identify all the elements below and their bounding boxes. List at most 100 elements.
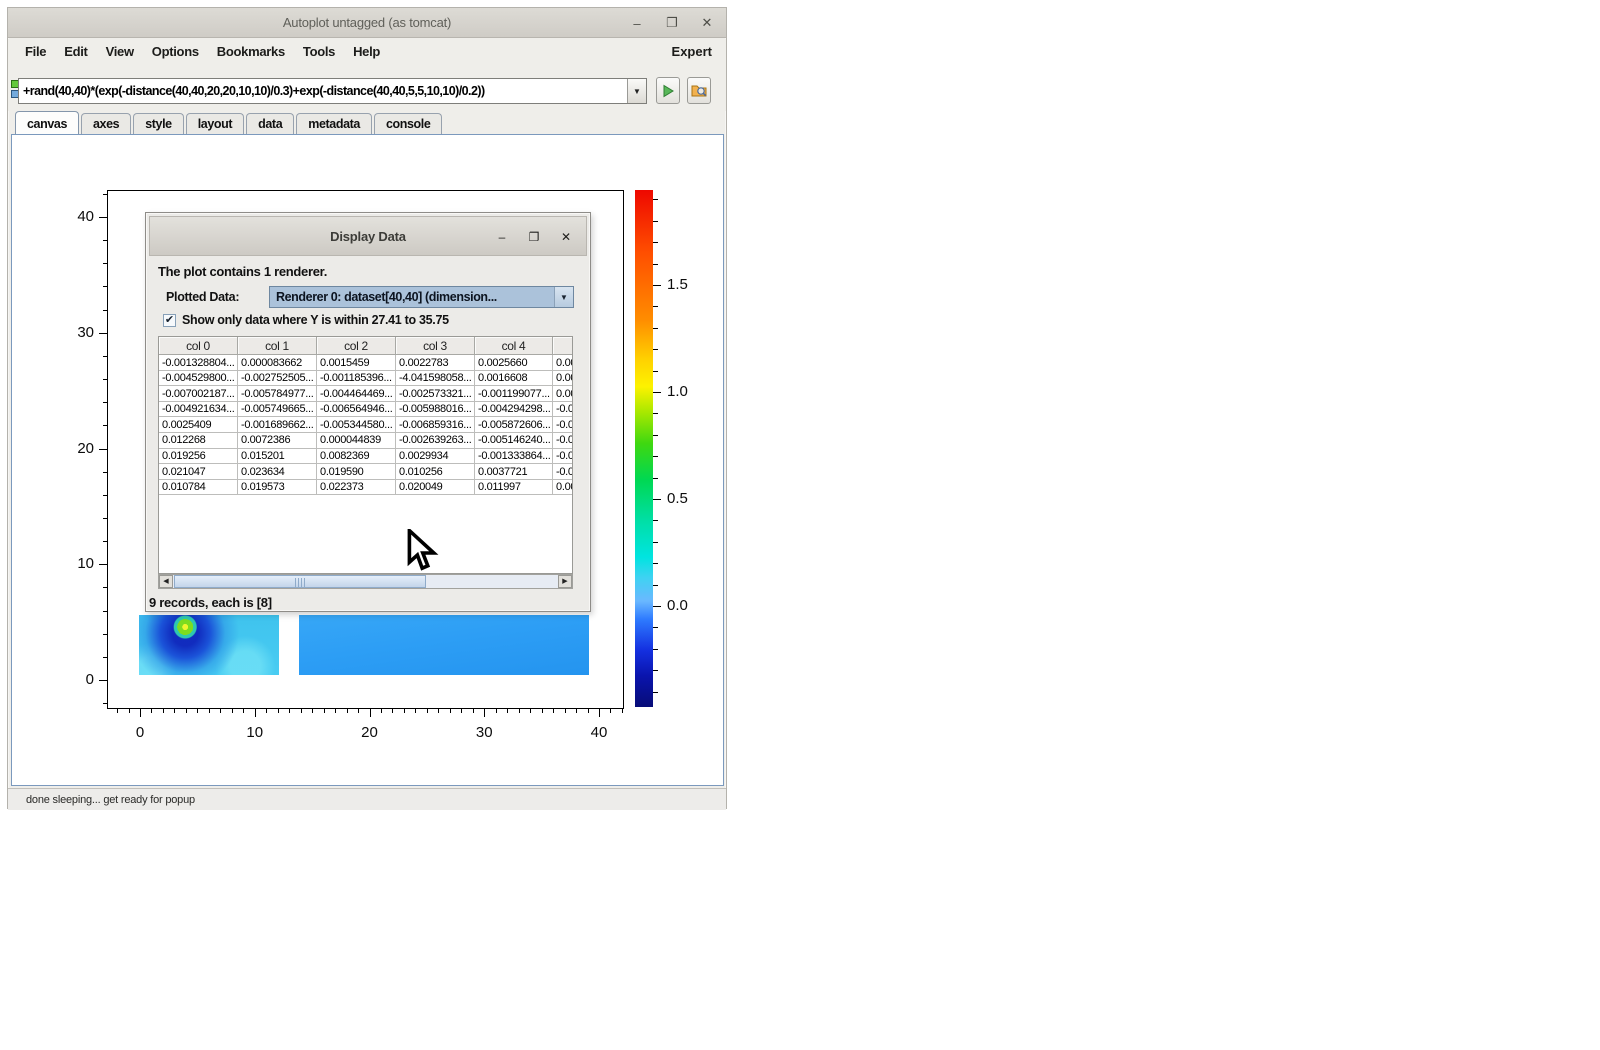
uri-dropdown-button[interactable]: ▼: [627, 79, 646, 103]
y-minor-tick: [103, 587, 107, 588]
x-tick-label: 10: [235, 724, 275, 741]
table-header-cell: col 0: [159, 337, 238, 355]
x-major-tick: [370, 709, 371, 717]
x-minor-tick: [438, 709, 439, 713]
table-header-row: col 0col 1col 2col 3col 4: [159, 337, 572, 355]
table-cell: 0.022373: [317, 480, 396, 496]
y-minor-tick: [103, 379, 107, 380]
dialog-maximize-button[interactable]: ❐: [528, 230, 540, 244]
scrollbar-thumb[interactable]: [174, 575, 426, 588]
y-minor-tick: [103, 703, 107, 704]
x-minor-tick: [289, 709, 290, 713]
table-cell: 0.00: [553, 480, 573, 496]
x-minor-tick: [404, 709, 405, 713]
x-minor-tick: [335, 709, 336, 713]
table-row[interactable]: -0.004529800...-0.002752505...-0.0011853…: [159, 371, 572, 387]
uri-input[interactable]: +rand(40,40)*(exp(-distance(40,40,20,20,…: [19, 79, 627, 103]
y-tick-label: 20: [62, 440, 94, 457]
menu-bar: FileEditViewOptionsBookmarksToolsHelp Ex…: [8, 39, 726, 64]
horizontal-scrollbar[interactable]: ◀ ▶: [158, 574, 573, 589]
renderer-count-text: The plot contains 1 renderer.: [158, 264, 327, 279]
x-minor-tick: [542, 709, 543, 713]
table-cell: -0.002639263...: [396, 433, 475, 449]
close-button[interactable]: ✕: [700, 15, 714, 31]
menu-options[interactable]: Options: [143, 41, 208, 62]
dialog-minimize-button[interactable]: –: [496, 230, 508, 244]
table-row[interactable]: 0.0210470.0236340.0195900.0102560.003772…: [159, 464, 572, 480]
go-button[interactable]: [656, 77, 680, 104]
x-minor-tick: [427, 709, 428, 713]
y-major-tick: [99, 217, 107, 218]
table-cell: -0.001328804...: [159, 355, 238, 371]
record-count-text: 9 records, each is [8]: [149, 595, 272, 610]
table-row[interactable]: 0.0122680.00723860.000044839-0.002639263…: [159, 433, 572, 449]
dialog-close-button[interactable]: ✕: [560, 230, 572, 244]
tab-canvas[interactable]: canvas: [15, 111, 79, 134]
y-minor-tick: [103, 240, 107, 241]
mouse-cursor: [407, 529, 441, 573]
table-row[interactable]: -0.001328804...0.0000836620.00154590.002…: [159, 355, 572, 371]
tab-data[interactable]: data: [246, 113, 294, 134]
data-table[interactable]: col 0col 1col 2col 3col 4 -0.001328804..…: [158, 336, 573, 574]
scroll-left-button[interactable]: ◀: [159, 575, 173, 588]
x-minor-tick: [507, 709, 508, 713]
x-tick-label: 0: [120, 724, 160, 741]
tab-metadata[interactable]: metadata: [296, 113, 372, 134]
x-minor-tick: [347, 709, 348, 713]
inspect-uri-button[interactable]: [687, 77, 711, 104]
folder-search-icon: [691, 83, 708, 98]
x-minor-tick: [381, 709, 382, 713]
dialog-titlebar[interactable]: Display Data – ❐ ✕: [149, 216, 587, 256]
colorbar-minor-tick: [653, 242, 658, 243]
table-row[interactable]: 0.0192560.0152010.00823690.0029934-0.001…: [159, 449, 572, 465]
x-minor-tick: [232, 709, 233, 713]
colorbar-major-tick: [653, 606, 661, 607]
table-row[interactable]: 0.0107840.0195730.0223730.0200490.011997…: [159, 480, 572, 496]
uri-combobox[interactable]: +rand(40,40)*(exp(-distance(40,40,20,20,…: [18, 78, 647, 104]
table-row[interactable]: -0.004921634...-0.005749665...-0.0065649…: [159, 402, 572, 418]
menu-view[interactable]: View: [97, 41, 143, 62]
colorbar-minor-tick: [653, 413, 658, 414]
window-titlebar[interactable]: Autoplot untagged (as tomcat) – ❐ ✕: [8, 8, 726, 38]
x-minor-tick: [610, 709, 611, 713]
filter-checkbox[interactable]: ✔: [163, 314, 176, 327]
table-cell: -0.0: [553, 417, 573, 433]
x-minor-tick: [358, 709, 359, 713]
colorbar-tick-label: 1.5: [667, 276, 703, 293]
menu-file[interactable]: File: [16, 41, 55, 62]
tab-layout[interactable]: layout: [186, 113, 244, 134]
table-cell: -0.0: [553, 449, 573, 465]
table-cell: -0.006859316...: [396, 417, 475, 433]
table-cell: -4.041598058...: [396, 371, 475, 387]
table-header-cell: [553, 337, 573, 355]
menu-help[interactable]: Help: [344, 41, 389, 62]
table-row[interactable]: 0.0025409-0.001689662...-0.005344580...-…: [159, 417, 572, 433]
y-minor-tick: [103, 286, 107, 287]
table-cell: 0.0022783: [396, 355, 475, 371]
heatmap-strip-left: [139, 615, 279, 675]
table-cell: -0.002752505...: [238, 371, 317, 387]
table-cell: -0.004464469...: [317, 386, 396, 402]
colorbar-minor-tick: [653, 563, 658, 564]
renderer-combobox[interactable]: Renderer 0: dataset[40,40] (dimension...…: [269, 286, 574, 308]
tab-console[interactable]: console: [374, 113, 442, 134]
x-minor-tick: [197, 709, 198, 713]
maximize-button[interactable]: ❐: [665, 15, 679, 31]
menu-tools[interactable]: Tools: [294, 41, 344, 62]
colorbar-major-tick: [653, 285, 661, 286]
menu-bookmarks[interactable]: Bookmarks: [208, 41, 294, 62]
table-cell: 0.023634: [238, 464, 317, 480]
x-minor-tick: [209, 709, 210, 713]
expert-menu[interactable]: Expert: [672, 44, 712, 59]
menu-edit[interactable]: Edit: [55, 41, 96, 62]
table-row[interactable]: -0.007002187...-0.005784977...-0.0044644…: [159, 386, 572, 402]
minimize-button[interactable]: –: [630, 16, 644, 31]
table-cell: -0.0: [553, 464, 573, 480]
scroll-right-button[interactable]: ▶: [558, 575, 572, 588]
colorbar-minor-tick: [653, 264, 658, 265]
renderer-combobox-arrow[interactable]: ▼: [554, 287, 573, 307]
x-minor-tick: [243, 709, 244, 713]
plot-canvas[interactable]: 0102030404030201001.51.00.50.0 Display D…: [11, 134, 724, 786]
tab-axes[interactable]: axes: [81, 113, 131, 134]
tab-style[interactable]: style: [133, 113, 184, 134]
